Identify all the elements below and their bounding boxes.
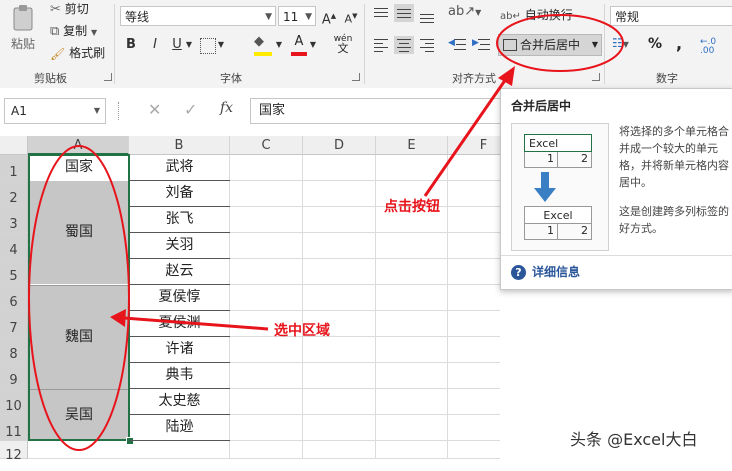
selection-highlight-ellipse [28, 145, 130, 451]
watermark: 头条 @Excel大白 [570, 430, 698, 449]
click-arrowhead [498, 66, 515, 86]
annotation-click: 点击按钮 [384, 199, 440, 215]
annotation-overlay [28, 14, 624, 451]
annotation-select: 选中区域 [274, 323, 330, 339]
click-arrow-line [423, 75, 510, 197]
select-arrowhead [110, 309, 126, 327]
select-arrow-line [123, 316, 269, 331]
merge-button-highlight-ellipse [496, 14, 624, 72]
